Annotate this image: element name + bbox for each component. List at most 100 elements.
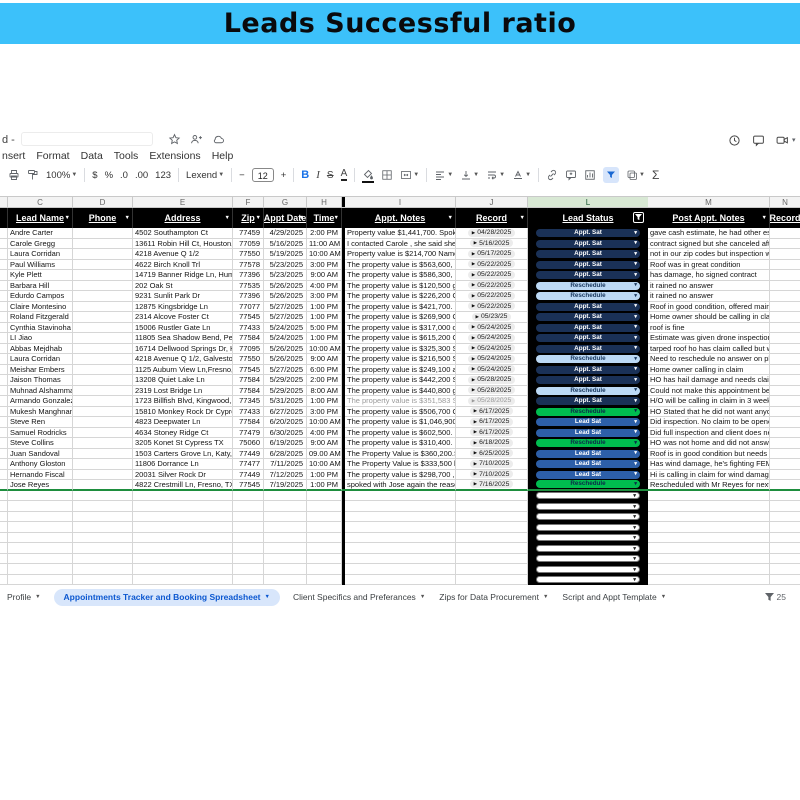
- tab-client-specifics[interactable]: Client Specifics and Preferances▼: [286, 592, 432, 602]
- cell-lead-name[interactable]: Edurdo Campos: [8, 291, 73, 302]
- header-address[interactable]: Address▼: [133, 208, 233, 228]
- cell-appt-date[interactable]: 5/23/2025: [264, 270, 307, 281]
- text-color-button[interactable]: A: [341, 169, 348, 181]
- cell-post-appt-notes[interactable]: [648, 564, 770, 575]
- cell-address[interactable]: 20031 Silver Rock Dr: [133, 470, 233, 481]
- cell-appt-date[interactable]: 5/27/2025: [264, 302, 307, 313]
- cell-post-appt-notes[interactable]: [648, 491, 770, 502]
- cell-zip[interactable]: 77550: [233, 249, 264, 260]
- cell-appt-date[interactable]: 5/16/2025: [264, 239, 307, 250]
- cell-lead-status[interactable]: Reschedule▾: [528, 386, 648, 397]
- dropdown-caret-icon[interactable]: ▾: [634, 429, 637, 437]
- cell-lead-name[interactable]: Anthony Gloston: [8, 459, 73, 470]
- cell-time[interactable]: [307, 575, 342, 586]
- cell-appt-date[interactable]: 5/27/2025: [264, 365, 307, 376]
- cell-phone[interactable]: [73, 260, 133, 271]
- lead-status-pill[interactable]: Appt. Sat▾: [536, 240, 640, 248]
- cell-appt-notes[interactable]: [345, 564, 456, 575]
- header-time[interactable]: Time▼: [307, 208, 342, 228]
- cell-lead-status[interactable]: Reschedule▾: [528, 407, 648, 418]
- header-post-appt-notes[interactable]: Post Appt. Notes▼: [648, 208, 770, 228]
- cell-record-2[interactable]: [770, 344, 800, 355]
- cell-lead-name[interactable]: [8, 512, 73, 523]
- filter-caret-icon[interactable]: ▼: [448, 215, 453, 221]
- dropdown-caret-icon[interactable]: ▾: [634, 261, 637, 269]
- cell-address[interactable]: 14719 Banner Ridge Ln, Humb: [133, 270, 233, 281]
- cell-lead-status[interactable]: Lead Sat▾: [528, 449, 648, 460]
- cell-zip[interactable]: 77584: [233, 386, 264, 397]
- cell-address[interactable]: 2319 Lost Bridge Ln: [133, 386, 233, 397]
- cell-address[interactable]: 4218 Avenue Q 1/2, Galveston: [133, 354, 233, 365]
- column-letter-n[interactable]: N: [770, 197, 800, 207]
- cell-appt-date[interactable]: 6/28/2025: [264, 449, 307, 460]
- dropdown-caret-icon[interactable]: ▾: [634, 376, 637, 384]
- cell-lead-status[interactable]: Appt. Sat▾: [528, 323, 648, 334]
- cell-lead-name[interactable]: Cynthia Stavinoha: [8, 323, 73, 334]
- cell-record-2[interactable]: [770, 438, 800, 449]
- merge-cells-button[interactable]: ▼: [400, 169, 419, 181]
- cell-appt-notes[interactable]: The property value is $351,583 Sp: [345, 396, 456, 407]
- cell-address[interactable]: [133, 512, 233, 523]
- dropdown-caret-icon[interactable]: ▾: [634, 480, 637, 488]
- cell-appt-notes[interactable]: I contacted Carole , she said she: [345, 239, 456, 250]
- insert-chart-icon[interactable]: [584, 169, 596, 181]
- cell-zip[interactable]: 77545: [233, 480, 264, 491]
- cell-time[interactable]: 5:00 PM: [307, 323, 342, 334]
- record-chip[interactable]: ▶05/28/2025: [468, 376, 516, 384]
- cell-record-2[interactable]: [770, 480, 800, 491]
- dropdown-caret-icon[interactable]: ▾: [634, 240, 637, 248]
- dropdown-caret-icon[interactable]: ▾: [634, 366, 637, 374]
- cell-appt-notes[interactable]: [345, 543, 456, 554]
- lead-status-pill[interactable]: Reschedule▾: [536, 439, 640, 447]
- lead-status-pill[interactable]: Appt. Sat▾: [536, 324, 640, 332]
- cell-lead-status[interactable]: Appt. Sat▾: [528, 365, 648, 376]
- cell-time[interactable]: 4:00 PM: [307, 428, 342, 439]
- cell-appt-notes[interactable]: The property value is $317,000 or: [345, 323, 456, 334]
- lead-status-pill[interactable]: Appt. Sat▾: [536, 271, 640, 279]
- cell-post-appt-notes[interactable]: contract signed but she canceled after h: [648, 239, 770, 250]
- cell-lead-status[interactable]: ▾: [528, 501, 648, 512]
- dropdown-caret-icon[interactable]: ▾: [634, 229, 637, 237]
- lead-status-pill[interactable]: Lead Sat▾: [536, 471, 640, 479]
- filter-caret-icon[interactable]: ▼: [65, 215, 70, 221]
- cell-zip[interactable]: 77449: [233, 470, 264, 481]
- format-percent-button[interactable]: %: [105, 170, 113, 181]
- cell-lead-name[interactable]: Laura Corridan: [8, 249, 73, 260]
- cell-lead-name[interactable]: [8, 501, 73, 512]
- cell-lead-name[interactable]: [8, 522, 73, 533]
- cell-time[interactable]: [307, 543, 342, 554]
- cell-phone[interactable]: [73, 323, 133, 334]
- cell-appt-notes[interactable]: [345, 533, 456, 544]
- cell-address[interactable]: 9231 Sunlit Park Dr: [133, 291, 233, 302]
- record-chip[interactable]: ▶05/22/2025: [468, 302, 516, 310]
- cell-record-2[interactable]: [770, 491, 800, 502]
- cell-lead-name[interactable]: Barbara Hill: [8, 281, 73, 292]
- lead-status-pill[interactable]: Reschedule▾: [536, 355, 640, 363]
- cell-record[interactable]: ▶05/24/2025: [456, 365, 528, 376]
- active-filter-funnel-icon[interactable]: [633, 212, 644, 223]
- cell-post-appt-notes[interactable]: Roof in good condition, offered mainten: [648, 302, 770, 313]
- header-record[interactable]: Record▼: [456, 208, 528, 228]
- cell-appt-notes[interactable]: Property value $1,441,700. Spoke: [345, 228, 456, 239]
- cell-record[interactable]: [456, 564, 528, 575]
- record-chip[interactable]: ▶05/28/2025: [468, 397, 516, 405]
- header-appt-date[interactable]: Appt Date▼: [264, 208, 307, 228]
- cell-appt-date[interactable]: 7/19/2025: [264, 480, 307, 491]
- cell-lead-name[interactable]: LI Jiao: [8, 333, 73, 344]
- cell-lead-status[interactable]: Appt. Sat▾: [528, 333, 648, 344]
- cell-record[interactable]: ▶05/24/2025: [456, 323, 528, 334]
- menu-format[interactable]: Format: [36, 150, 69, 162]
- cell-record[interactable]: ▶5/16/2025: [456, 239, 528, 250]
- cell-appt-date[interactable]: 5/26/2025: [264, 354, 307, 365]
- lead-status-pill[interactable]: Appt. Sat▾: [536, 397, 640, 405]
- lead-status-pill[interactable]: ▾: [536, 524, 640, 531]
- cell-lead-status[interactable]: ▾: [528, 512, 648, 523]
- cell-lead-status[interactable]: ▾: [528, 491, 648, 502]
- column-letter-d[interactable]: D: [73, 197, 133, 207]
- column-letter-m[interactable]: M: [648, 197, 770, 207]
- cell-record[interactable]: ▶05/22/2025: [456, 302, 528, 313]
- cell-record-2[interactable]: [770, 501, 800, 512]
- filter-caret-icon[interactable]: ▼: [125, 215, 130, 221]
- column-letter-g[interactable]: G: [264, 197, 307, 207]
- cell-time[interactable]: 1:00 PM: [307, 396, 342, 407]
